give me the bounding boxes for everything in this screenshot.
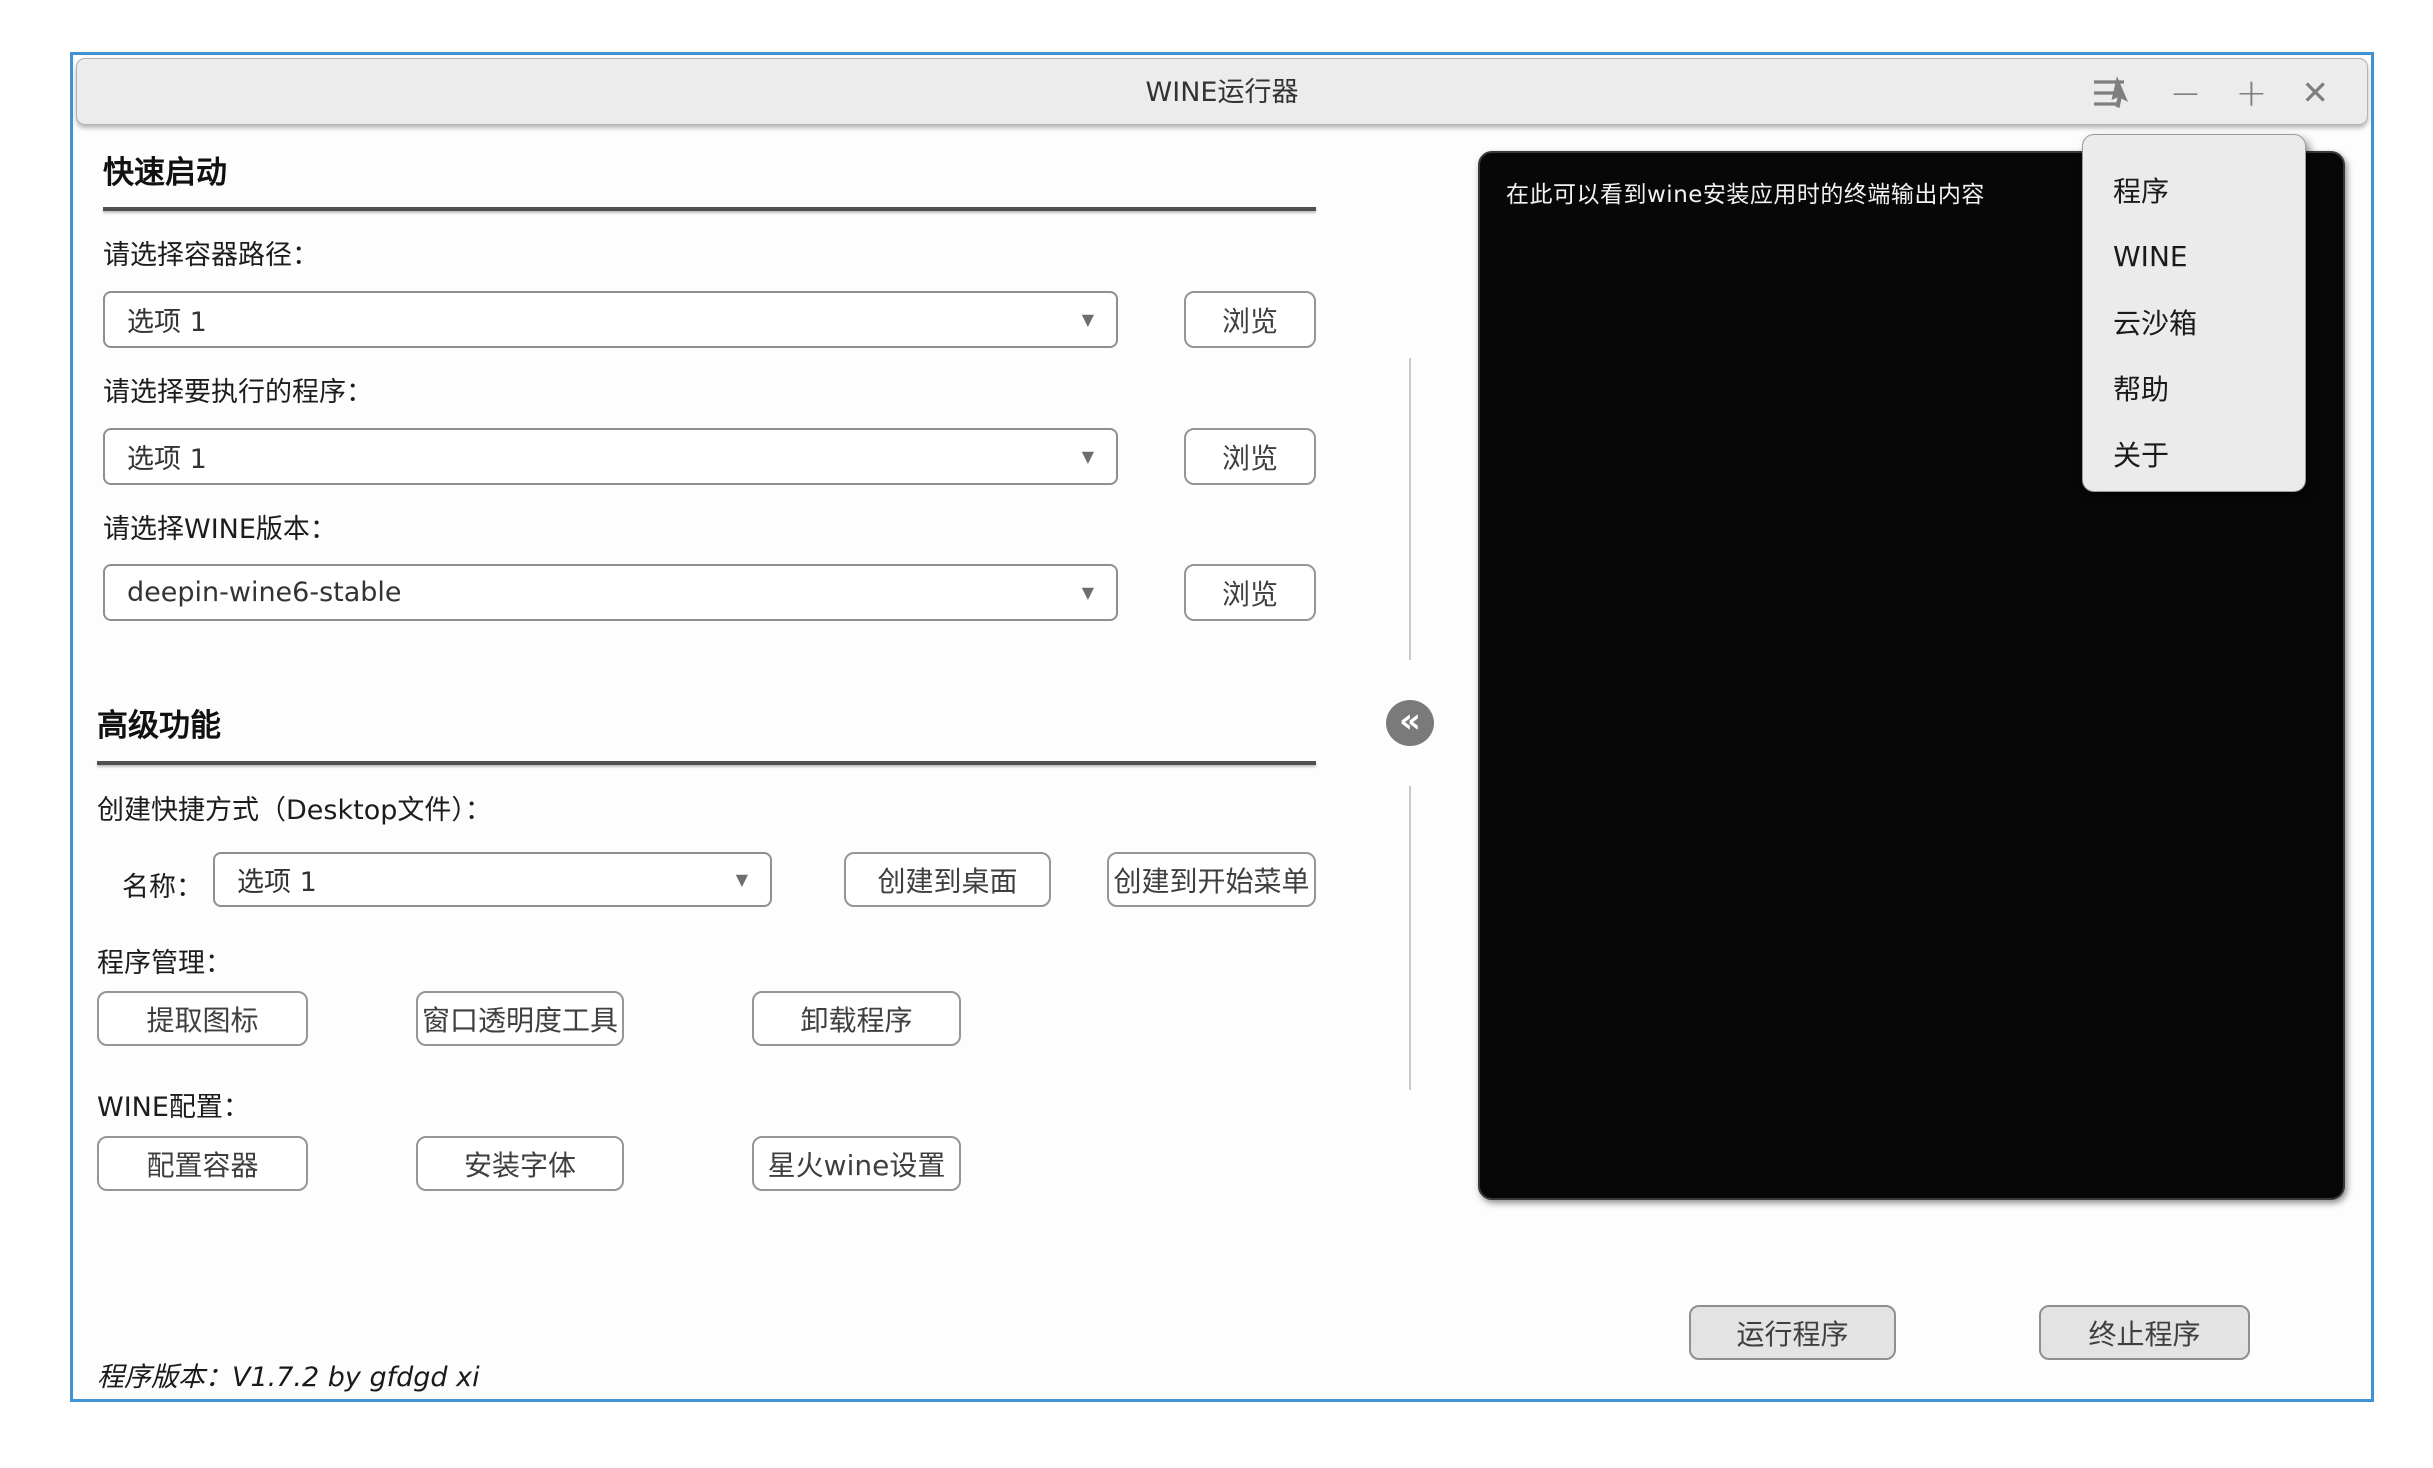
minimize-icon[interactable]: − <box>2170 74 2202 112</box>
maximize-icon[interactable]: + <box>2236 74 2268 112</box>
uninstall-program-button[interactable]: 卸载程序 <box>752 991 961 1046</box>
shortcut-label: 创建快捷方式（Desktop文件）： <box>97 788 492 827</box>
wine-version-label: 请选择WINE版本： <box>103 507 337 546</box>
terminal-placeholder-text: 在此可以看到wine安装应用时的终端输出内容 <box>1506 175 1985 209</box>
close-icon[interactable]: ✕ <box>2301 76 2329 109</box>
container-path-value: 选项 1 <box>127 300 1082 339</box>
menu-pointer-icon[interactable] <box>2088 72 2136 114</box>
advanced-rule <box>97 761 1316 765</box>
window-opacity-tool-button[interactable]: 窗口透明度工具 <box>416 991 624 1046</box>
version-text: 程序版本：V1.7.2 by gfdgd xi <box>97 1355 480 1394</box>
collapse-icon: « <box>1399 704 1421 738</box>
container-path-select[interactable]: 选项 1 ▼ <box>103 291 1118 348</box>
container-path-label: 请选择容器路径： <box>103 233 319 272</box>
program-select[interactable]: 选项 1 ▼ <box>103 428 1118 485</box>
quick-start-heading: 快速启动 <box>103 147 227 192</box>
run-program-button[interactable]: 运行程序 <box>1689 1305 1896 1360</box>
configure-container-button[interactable]: 配置容器 <box>97 1136 308 1191</box>
create-desktop-button[interactable]: 创建到桌面 <box>844 852 1051 907</box>
dropdown-arrow-icon: ▼ <box>1082 447 1094 466</box>
dropdown-arrow-icon: ▼ <box>736 870 748 889</box>
shortcut-name-label: 名称： <box>122 865 203 904</box>
titlebar-menu-popup: 程序 WINE 云沙箱 帮助 关于 <box>2082 134 2306 492</box>
browse-container-button[interactable]: 浏览 <box>1184 291 1316 348</box>
wine-config-label: WINE配置： <box>97 1085 250 1124</box>
window-title: WINE运行器 <box>77 59 2367 126</box>
kill-program-button[interactable]: 终止程序 <box>2039 1305 2250 1360</box>
collapse-panel-button[interactable]: « <box>1386 700 1434 746</box>
dropdown-arrow-icon: ▼ <box>1082 583 1094 602</box>
program-mgmt-label: 程序管理： <box>97 941 232 980</box>
create-start-menu-button[interactable]: 创建到开始菜单 <box>1107 852 1316 907</box>
extract-icon-button[interactable]: 提取图标 <box>97 991 308 1046</box>
menu-item-help[interactable]: 帮助 <box>2083 355 2305 421</box>
quick-start-rule <box>103 207 1316 211</box>
panel-divider <box>1409 358 1411 660</box>
dropdown-arrow-icon: ▼ <box>1082 310 1094 329</box>
wine-version-select[interactable]: deepin-wine6-stable ▼ <box>103 564 1118 621</box>
app-window: WINE运行器 − + ✕ 快速启动 请选择容器路径： 选项 1 ▼ 浏览 请选… <box>70 52 2374 1402</box>
shortcut-name-select[interactable]: 选项 1 ▼ <box>213 852 772 907</box>
advanced-heading: 高级功能 <box>97 700 221 745</box>
menu-item-program[interactable]: 程序 <box>2083 157 2305 223</box>
browse-program-button[interactable]: 浏览 <box>1184 428 1316 485</box>
install-fonts-button[interactable]: 安装字体 <box>416 1136 624 1191</box>
program-select-value: 选项 1 <box>127 437 1082 476</box>
menu-item-cloud-sandbox[interactable]: 云沙箱 <box>2083 289 2305 355</box>
wine-version-value: deepin-wine6-stable <box>127 577 1082 608</box>
titlebar: WINE运行器 − + ✕ <box>76 58 2368 125</box>
shortcut-name-value: 选项 1 <box>237 860 736 899</box>
menu-item-wine[interactable]: WINE <box>2083 223 2305 289</box>
browse-wine-button[interactable]: 浏览 <box>1184 564 1316 621</box>
menu-item-about[interactable]: 关于 <box>2083 421 2305 487</box>
spark-wine-settings-button[interactable]: 星火wine设置 <box>752 1136 961 1191</box>
program-select-label: 请选择要执行的程序： <box>103 370 373 409</box>
panel-divider <box>1409 786 1411 1090</box>
window-controls: − + ✕ <box>2088 59 2329 126</box>
